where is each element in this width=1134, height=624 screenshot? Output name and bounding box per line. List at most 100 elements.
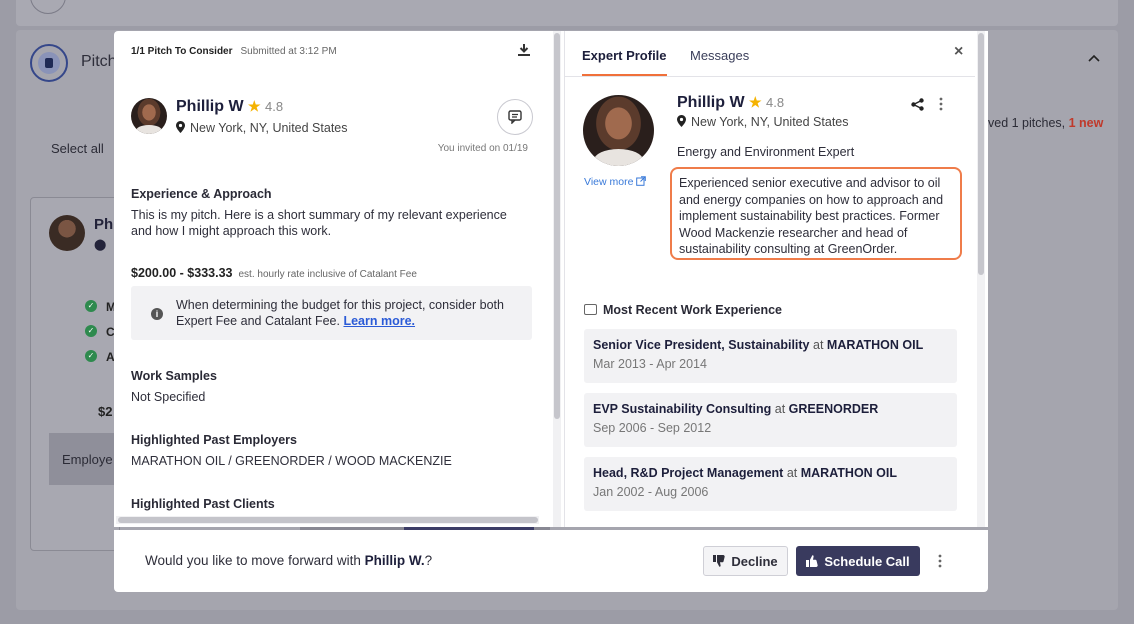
- price-range: $200.00 - $333.33 est. hourly rate inclus…: [131, 266, 417, 280]
- work-experience-title-text: Most Recent Work Experience: [603, 303, 782, 317]
- pitch-scrollbar-thumb[interactable]: [554, 33, 560, 419]
- pitch-section-icon: [30, 44, 68, 82]
- job-dates: Mar 2013 - Apr 2014: [593, 357, 707, 371]
- location-pin-icon: [677, 115, 686, 127]
- fee-info-box: i When determining the budget for this p…: [131, 286, 532, 340]
- external-link-icon: [636, 176, 647, 186]
- briefcase-icon: [584, 304, 597, 315]
- check-icon: ✓: [85, 350, 97, 362]
- pitch-count-title: 1/1 Pitch To Consider: [131, 46, 233, 57]
- pitch-panel: 1/1 Pitch To Consider Submitted at 3:12 P…: [114, 31, 564, 527]
- received-count-text: ved 1 pitches,: [988, 116, 1069, 130]
- expert-summary: Experienced senior executive and advisor…: [670, 167, 962, 260]
- job-at: at: [786, 466, 798, 480]
- tab-expert-profile[interactable]: Expert Profile: [582, 48, 667, 76]
- close-icon[interactable]: ×: [954, 43, 963, 61]
- location-pin-icon: [176, 121, 185, 133]
- decline-button[interactable]: Decline: [703, 546, 788, 576]
- chevron-up-icon[interactable]: [1088, 51, 1100, 65]
- background-location-pin-icon: ⬤: [94, 239, 107, 251]
- question-prefix: Would you like to move forward with: [145, 553, 365, 568]
- thumbs-up-icon: [806, 555, 819, 567]
- view-more-link[interactable]: View more: [584, 176, 647, 188]
- expert-location: New York, NY, United States: [176, 121, 348, 135]
- job-dates: Sep 2006 - Sep 2012: [593, 421, 712, 435]
- download-icon[interactable]: [517, 43, 535, 61]
- job-company: MARATHON OIL: [800, 466, 898, 480]
- background-card-top: [16, 0, 1118, 26]
- decision-bar: Would you like to move forward with Phil…: [114, 530, 988, 592]
- schedule-call-label: Schedule Call: [824, 553, 910, 569]
- pitch-section-title: Pitch: [81, 53, 117, 70]
- expert-name-text: Phillip W: [677, 94, 745, 111]
- received-pitches-text: ved 1 pitches, 1 new: [988, 116, 1103, 130]
- background-expert-card[interactable]: [30, 197, 120, 551]
- expert-headline: Energy and Environment Expert: [677, 145, 855, 159]
- rating-value: 4.8: [766, 95, 785, 110]
- tab-messages[interactable]: Messages: [690, 48, 749, 63]
- job-title-line: Senior Vice President, Sustainability at…: [593, 338, 948, 352]
- job-title-line: Head, R&D Project Management at MARATHON…: [593, 466, 948, 480]
- horizontal-scrollbar-thumb[interactable]: [118, 517, 538, 523]
- location-text: New York, NY, United States: [190, 121, 348, 135]
- job-title-line: EVP Sustainability Consulting at GREENOR…: [593, 402, 948, 416]
- pitch-horizontal-scrollbar[interactable]: [116, 516, 539, 524]
- expert-name[interactable]: Phillip W ★ 4.8: [176, 98, 283, 116]
- past-employers-body: MARATHON OIL / GREENORDER / WOOD MACKENZ…: [131, 454, 452, 468]
- job-title: Senior Vice President, Sustainability: [593, 338, 810, 352]
- experience-title: Experience & Approach: [131, 187, 272, 201]
- learn-more-link[interactable]: Learn more.: [343, 314, 415, 328]
- job-at: at: [774, 402, 786, 416]
- info-icon: i: [151, 308, 163, 320]
- job-company: GREENORDER: [788, 402, 879, 416]
- more-vertical-icon[interactable]: [938, 554, 942, 568]
- submitted-time: Submitted at 3:12 PM: [240, 46, 337, 57]
- view-more-text: View more: [584, 176, 634, 188]
- pitch-header: 1/1 Pitch To Consider Submitted at 3:12 P…: [131, 46, 337, 57]
- background-price: $2: [98, 404, 113, 419]
- job-title: Head, R&D Project Management: [593, 466, 784, 480]
- work-experience-title: Most Recent Work Experience: [584, 303, 782, 317]
- price-note: est. hourly rate inclusive of Catalant F…: [238, 269, 417, 280]
- message-button[interactable]: [497, 99, 533, 135]
- job-dates: Jan 2002 - Aug 2006: [593, 485, 709, 499]
- fee-info-text: When determining the budget for this pro…: [176, 297, 521, 329]
- expert-profile-panel: Expert Profile Messages × View more Phil…: [564, 31, 988, 527]
- price-value: $200.00 - $333.33: [131, 266, 233, 280]
- profile-scrollbar[interactable]: [977, 31, 985, 527]
- work-experience-item: Head, R&D Project Management at MARATHON…: [584, 457, 957, 511]
- background-employer-tag: Employe: [49, 433, 119, 485]
- work-experience-item: Senior Vice President, Sustainability at…: [584, 329, 957, 383]
- location-text: New York, NY, United States: [691, 115, 849, 129]
- new-count-badge: 1 new: [1068, 116, 1104, 130]
- background-expert-name: Ph: [94, 216, 114, 233]
- past-clients-title: Highlighted Past Clients: [131, 497, 275, 511]
- invited-date: You invited on 01/19: [437, 143, 528, 154]
- fee-info-message: When determining the budget for this pro…: [176, 298, 504, 328]
- work-samples-title: Work Samples: [131, 369, 217, 383]
- pitch-scrollbar[interactable]: [553, 31, 561, 527]
- job-company: MARATHON OIL: [826, 338, 924, 352]
- check-icon: ✓: [85, 300, 97, 312]
- work-samples-body: Not Specified: [131, 390, 206, 404]
- star-icon: ★: [248, 98, 261, 114]
- avatar: [131, 98, 167, 134]
- profile-tabs: Expert Profile Messages: [565, 31, 975, 77]
- decline-label: Decline: [731, 553, 778, 569]
- past-employers-title: Highlighted Past Employers: [131, 433, 298, 447]
- background-avatar: [49, 215, 85, 251]
- star-icon: ★: [749, 94, 762, 110]
- decision-question: Would you like to move forward with Phil…: [145, 553, 432, 568]
- question-suffix: ?: [424, 553, 433, 568]
- share-icon[interactable]: [911, 98, 924, 114]
- work-experience-item: EVP Sustainability Consulting at GREENOR…: [584, 393, 957, 447]
- expert-location: New York, NY, United States: [677, 115, 849, 129]
- profile-scrollbar-thumb[interactable]: [978, 33, 984, 275]
- schedule-call-button[interactable]: Schedule Call: [796, 546, 920, 576]
- rating-value: 4.8: [265, 99, 284, 114]
- more-vertical-icon[interactable]: [939, 97, 943, 111]
- expert-name: Phillip W ★ 4.8: [677, 94, 784, 112]
- check-icon: ✓: [85, 325, 97, 337]
- thumbs-down-icon: [713, 555, 726, 567]
- select-all-link[interactable]: Select all: [51, 141, 104, 156]
